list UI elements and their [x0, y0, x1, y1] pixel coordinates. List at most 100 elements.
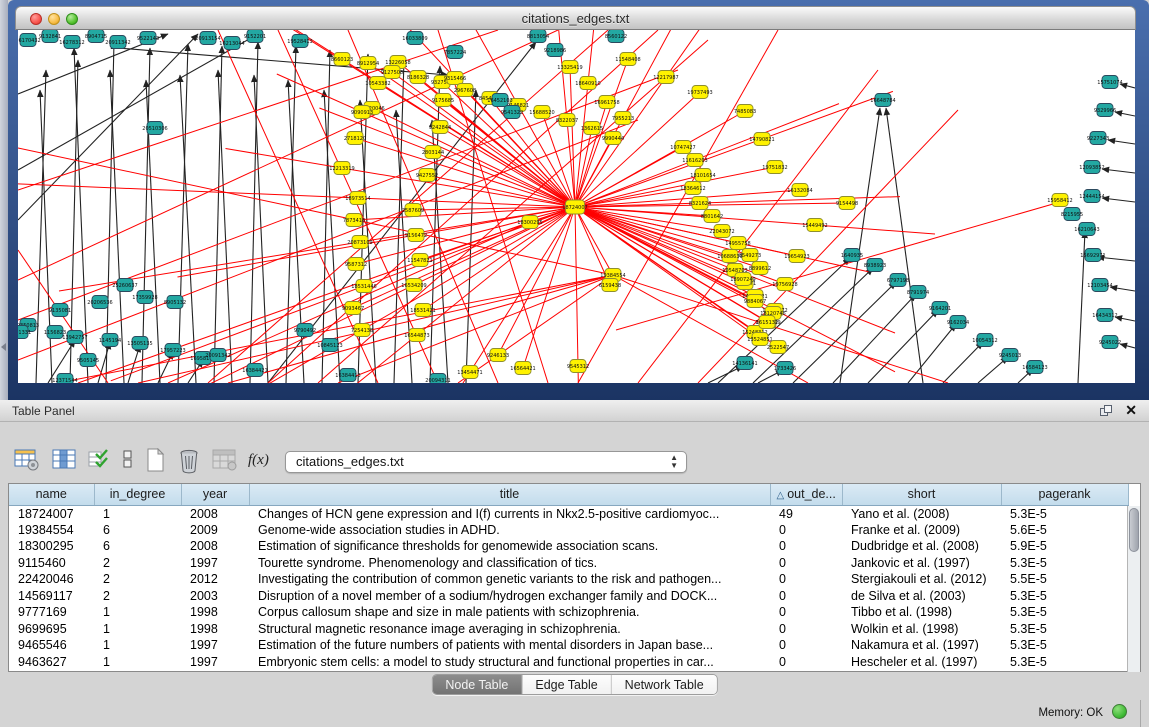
- graph-node-teal[interactable]: 20913154: [195, 32, 220, 45]
- graph-node-yellow[interactable]: 9884067: [744, 295, 766, 308]
- panel-collapse-handle-icon[interactable]: [1, 343, 6, 351]
- tab-edge-table[interactable]: Edge Table: [522, 675, 611, 694]
- graph-node-yellow[interactable]: 2587609: [402, 204, 424, 217]
- graph-node-yellow[interactable]: 8660123: [331, 53, 353, 66]
- column-header-title[interactable]: title: [249, 484, 770, 505]
- table-row[interactable]: 2242004622012Investigating the contribut…: [9, 571, 1128, 588]
- table-row[interactable]: 1938455462009Genome-wide association stu…: [9, 522, 1128, 539]
- table-row[interactable]: 1872400712008Changes of HCN gene express…: [9, 505, 1128, 522]
- graph-node-teal[interactable]: 9541322: [501, 106, 523, 119]
- column-header-in_degree[interactable]: in_degree: [94, 484, 181, 505]
- graph-node-yellow[interactable]: 2803144: [422, 146, 444, 159]
- graph-node-yellow[interactable]: 9093467: [342, 302, 364, 315]
- graph-node-yellow[interactable]: 12217987: [653, 71, 678, 84]
- graph-node-teal[interactable]: 8560122: [605, 30, 627, 43]
- table-row[interactable]: 911546021997Tourette syndrome. Phenomeno…: [9, 555, 1128, 572]
- graph-node-teal[interactable]: 19528413: [287, 35, 312, 48]
- table-selector-dropdown[interactable]: citations_edges.txt ▲▼: [285, 451, 687, 473]
- graph-node-teal[interactable]: 1733426: [774, 362, 796, 375]
- column-header-short[interactable]: short: [842, 484, 1001, 505]
- graph-node-teal[interactable]: 12103454: [1087, 279, 1112, 292]
- graph-node-yellow[interactable]: 9242844: [429, 121, 451, 134]
- graph-node-teal[interactable]: 9505145: [77, 354, 99, 367]
- table-header-row[interactable]: namein_degreeyeartitle△out_de...shortpag…: [9, 484, 1128, 505]
- network-canvas[interactable]: 1872400786601238912954132260589127508105…: [18, 30, 1135, 383]
- graph-node-yellow[interactable]: 16961758: [594, 96, 619, 109]
- column-header-out_de[interactable]: △out_de...: [770, 484, 842, 505]
- new-file-icon[interactable]: [146, 448, 166, 474]
- graph-node-teal[interactable]: 9245022: [1099, 336, 1121, 349]
- graph-node-teal[interactable]: 14136141: [732, 357, 757, 370]
- graph-node-teal[interactable]: 17359928: [132, 291, 157, 304]
- graph-node-yellow[interactable]: 18531446: [351, 280, 376, 293]
- graph-node-teal[interactable]: 20206536: [87, 296, 112, 309]
- graph-node-teal[interactable]: 9152201: [244, 30, 266, 43]
- row-height-icon[interactable]: [122, 448, 134, 474]
- graph-node-teal[interactable]: 16384421: [242, 364, 267, 377]
- graph-node-yellow[interactable]: 9990444: [602, 132, 624, 145]
- graph-node-teal[interactable]: 15751074: [1097, 76, 1122, 89]
- graph-node-teal[interactable]: 9132841: [39, 30, 61, 43]
- graph-node-yellow[interactable]: 15688520: [529, 106, 554, 119]
- graph-node-yellow[interactable]: 16544873: [404, 329, 429, 342]
- graph-node-teal[interactable]: 1640935: [841, 249, 863, 262]
- graph-node-yellow[interactable]: 9090913: [351, 106, 373, 119]
- graph-node-teal[interactable]: 9790492: [294, 324, 316, 337]
- graph-node-yellow[interactable]: 9545312: [567, 360, 589, 373]
- graph-node-yellow[interactable]: 14790821: [749, 133, 774, 146]
- graph-node-teal[interactable]: 9227343: [1087, 132, 1109, 145]
- graph-node-yellow[interactable]: 16564421: [510, 362, 535, 375]
- graph-node-teal[interactable]: 8904715: [85, 30, 107, 43]
- graph-node-teal[interactable]: 9164201: [929, 302, 951, 315]
- graph-node-teal[interactable]: 12093852: [1079, 161, 1104, 174]
- graph-node-teal[interactable]: 10845123: [317, 339, 342, 352]
- graph-node-yellow[interactable]: 9154498: [836, 197, 858, 210]
- graph-node-teal[interactable]: 20094311: [425, 374, 450, 384]
- graph-node-yellow[interactable]: 8321624: [689, 197, 711, 210]
- graph-node-teal[interactable]: 16434312: [1092, 309, 1117, 322]
- graph-node-teal[interactable]: 8813054: [527, 30, 549, 43]
- table-row[interactable]: 969969511998Structural magnetic resonanc…: [9, 621, 1128, 638]
- tab-network-table[interactable]: Network Table: [612, 675, 717, 694]
- graph-node-teal[interactable]: 10054312: [972, 334, 997, 347]
- graph-node-teal[interactable]: 6797198: [887, 274, 909, 287]
- function-builder-button[interactable]: f(x): [248, 452, 269, 469]
- graph-node-teal[interactable]: 9218986: [544, 44, 566, 57]
- graph-node-teal[interactable]: 9135081: [49, 304, 71, 317]
- graph-node-yellow[interactable]: 7485083: [734, 105, 756, 118]
- graph-node-teal[interactable]: 9522143: [137, 32, 159, 45]
- graph-node-teal[interactable]: 8215955: [1061, 208, 1083, 221]
- network-window-titlebar[interactable]: citations_edges.txt: [15, 6, 1136, 30]
- graph-node-yellow[interactable]: 9427552: [416, 169, 438, 182]
- graph-node-teal[interactable]: 13505135: [127, 337, 152, 350]
- close-panel-icon[interactable]: ✕: [1125, 402, 1137, 419]
- graph-node-teal[interactable]: 16213044: [219, 37, 244, 50]
- graph-node-yellow[interactable]: 18640910: [575, 77, 600, 90]
- graph-node-teal[interactable]: 20510306: [142, 122, 167, 135]
- graph-node-yellow[interactable]: 8899612: [749, 262, 771, 275]
- graph-node-teal[interactable]: 16210643: [1074, 223, 1099, 236]
- graph-node-yellow[interactable]: 9246133: [487, 349, 509, 362]
- graph-node-yellow[interactable]: 2967608: [454, 84, 476, 97]
- graph-node-teal[interactable]: 25260637: [112, 279, 137, 292]
- column-header-name[interactable]: name: [9, 484, 94, 505]
- column-header-year[interactable]: year: [181, 484, 249, 505]
- graph-node-yellow[interactable]: 9156472: [405, 229, 427, 242]
- graph-node-yellow[interactable]: 1615132: [756, 316, 778, 329]
- graph-node-yellow[interactable]: 7873418: [343, 214, 365, 227]
- table-row[interactable]: 946554611997Estimation of the future num…: [9, 637, 1128, 654]
- graph-node-teal[interactable]: 16584123: [1022, 361, 1047, 374]
- graph-node-yellow[interactable]: 16132084: [787, 184, 812, 197]
- scrollbar-thumb[interactable]: [1129, 508, 1139, 552]
- graph-node-teal[interactable]: 7857224: [444, 46, 466, 59]
- graph-node-yellow[interactable]: 15449492: [802, 219, 827, 232]
- table-checks-icon[interactable]: [88, 448, 110, 474]
- graph-node-yellow[interactable]: 19756928: [772, 278, 797, 291]
- graph-node-teal[interactable]: 16648784: [870, 94, 895, 107]
- graph-node-teal[interactable]: 16278312: [59, 36, 84, 49]
- graph-node-yellow[interactable]: 9175685: [432, 94, 454, 107]
- table-column-icon[interactable]: [52, 448, 78, 474]
- graph-node-yellow[interactable]: 11548408: [615, 53, 640, 66]
- graph-node-yellow[interactable]: 12213319: [329, 162, 354, 175]
- graph-node-teal[interactable]: 9329966: [1094, 104, 1116, 117]
